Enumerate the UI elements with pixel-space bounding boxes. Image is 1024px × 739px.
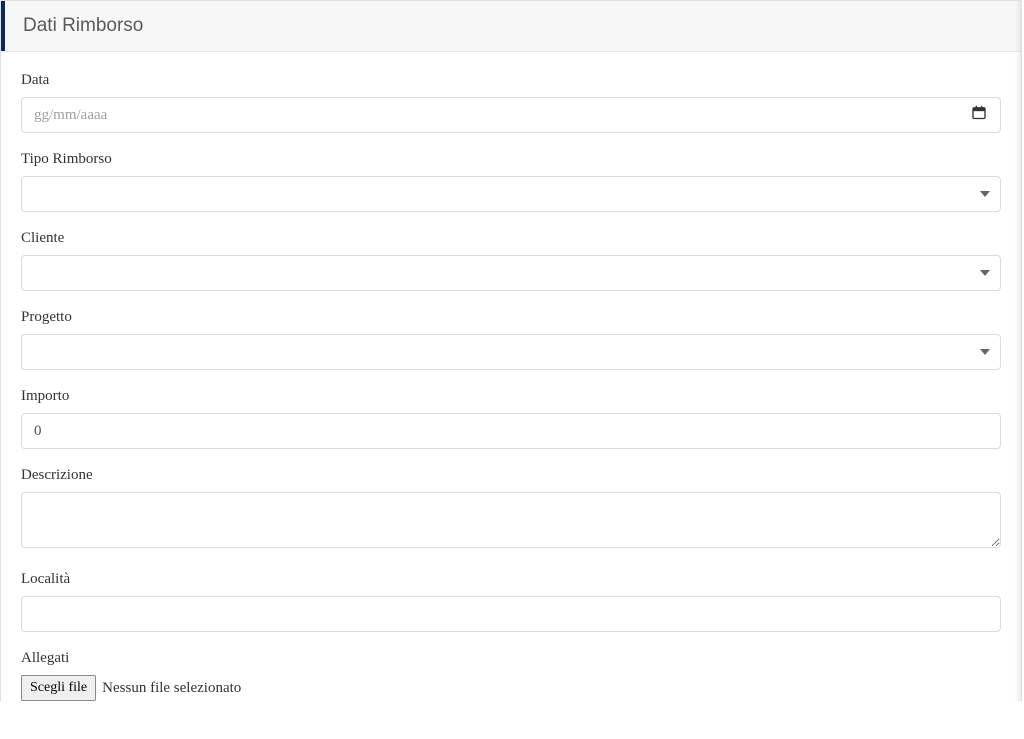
- attachments-label: Allegati: [21, 650, 1001, 667]
- panel-body: Data Tipo Rimborso Cliente: [1, 52, 1021, 739]
- location-input[interactable]: [21, 596, 1001, 632]
- date-label: Data: [21, 72, 1001, 89]
- type-select[interactable]: [21, 176, 1001, 212]
- type-label: Tipo Rimborso: [21, 151, 1001, 168]
- field-project: Progetto: [21, 309, 1001, 370]
- client-label: Cliente: [21, 230, 1001, 247]
- project-label: Progetto: [21, 309, 1001, 326]
- date-input[interactable]: [21, 97, 1001, 133]
- location-label: Località: [21, 571, 1001, 588]
- choose-file-button[interactable]: Scegli file: [21, 675, 96, 701]
- field-location: Località: [21, 571, 1001, 632]
- amount-input[interactable]: [21, 413, 1001, 449]
- description-textarea[interactable]: [21, 492, 1001, 548]
- field-client: Cliente: [21, 230, 1001, 291]
- panel-header: Dati Rimborso: [1, 1, 1021, 52]
- file-status: Nessun file selezionato: [102, 680, 241, 697]
- field-amount: Importo: [21, 388, 1001, 449]
- file-row: Scegli file Nessun file selezionato: [21, 675, 1001, 701]
- field-attachments: Allegati Scegli file Nessun file selezio…: [21, 650, 1001, 701]
- field-date: Data: [21, 72, 1001, 133]
- date-input-wrapper: [21, 97, 1001, 133]
- project-select[interactable]: [21, 334, 1001, 370]
- panel-title: Dati Rimborso: [23, 15, 1001, 37]
- client-select[interactable]: [21, 255, 1001, 291]
- field-type: Tipo Rimborso: [21, 151, 1001, 212]
- amount-label: Importo: [21, 388, 1001, 405]
- description-label: Descrizione: [21, 467, 1001, 484]
- field-description: Descrizione: [21, 467, 1001, 553]
- reimbursement-panel: Dati Rimborso Data Tipo Rimborso: [0, 0, 1022, 702]
